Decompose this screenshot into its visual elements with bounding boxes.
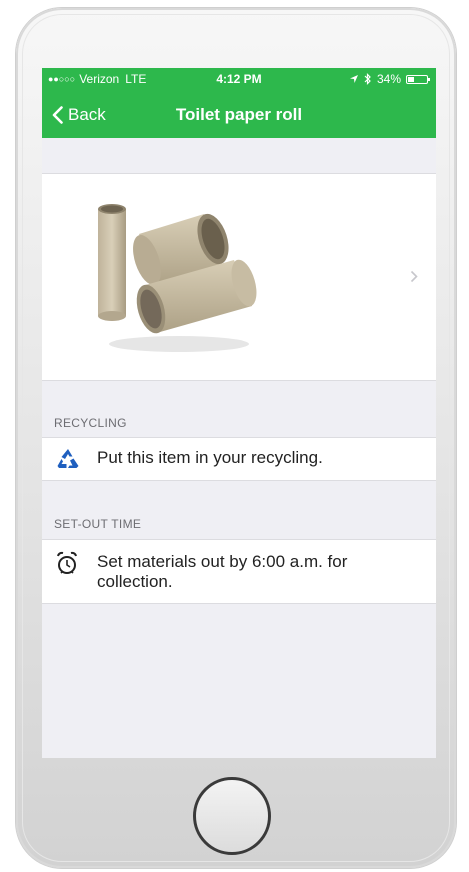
bluetooth-icon xyxy=(364,73,371,85)
section-header-set-out-time: SET-OUT TIME xyxy=(54,517,142,531)
location-arrow-icon xyxy=(349,75,358,83)
status-right: 34% xyxy=(349,68,430,90)
item-image-card[interactable] xyxy=(42,173,436,381)
battery-percent: 34% xyxy=(376,72,401,86)
alarm-clock-icon xyxy=(57,551,77,574)
set-out-time-instruction: Set materials out by 6:00 a.m. for colle… xyxy=(97,552,348,591)
section-header-recycling: RECYCLING xyxy=(54,416,127,430)
battery-icon xyxy=(406,74,430,84)
app-screen: ●●○○○ Verizon LTE 4:12 PM 34% Back Toile… xyxy=(42,68,436,758)
chevron-right-icon xyxy=(410,270,418,283)
status-bar: ●●○○○ Verizon LTE 4:12 PM 34% xyxy=(42,68,436,90)
toilet-paper-rolls-image xyxy=(98,204,257,352)
set-out-time-row: Set materials out by 6:00 a.m. for colle… xyxy=(42,539,436,604)
recycling-row: Put this item in your recycling. xyxy=(42,437,436,481)
page-title: Toilet paper roll xyxy=(175,105,303,124)
battery-fill xyxy=(408,76,414,82)
navigation-bar: ●●○○○ Verizon LTE 4:12 PM 34% Back Toile… xyxy=(42,68,436,138)
home-button[interactable] xyxy=(193,777,271,855)
recycle-icon xyxy=(57,449,79,468)
recycling-instruction: Put this item in your recycling. xyxy=(97,448,323,467)
